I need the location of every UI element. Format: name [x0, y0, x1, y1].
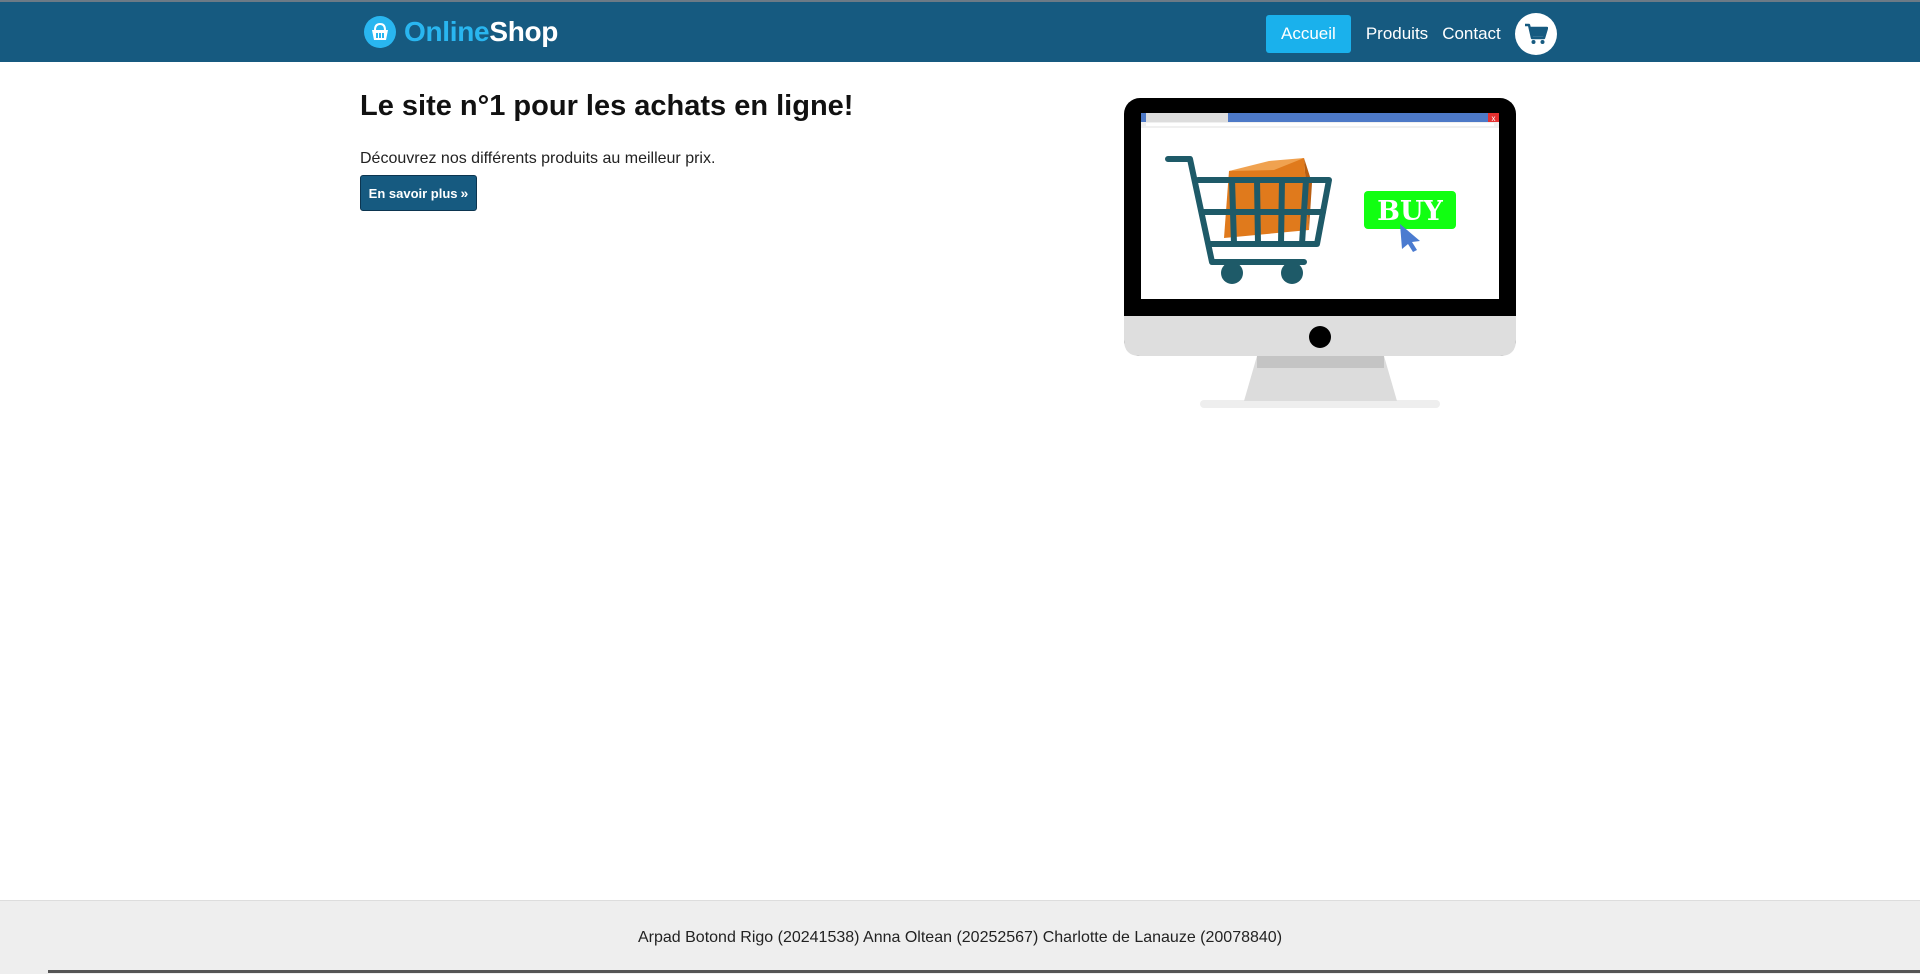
nav-contact[interactable]: Contact	[1435, 15, 1508, 53]
learn-more-label: En savoir plus	[368, 185, 458, 201]
brand-name-online: Online	[404, 16, 490, 47]
nav-accueil[interactable]: Accueil	[1266, 15, 1351, 53]
hero-title: Le site n°1 pour les achats en ligne!	[360, 90, 854, 122]
shopping-computer-illustration: x BUY	[1124, 98, 1516, 408]
footer: Arpad Botond Rigo (20241538) Anna Oltean…	[0, 900, 1920, 974]
footer-credits: Arpad Botond Rigo (20241538) Anna Oltean…	[637, 928, 1283, 946]
brand-name-shop: Shop	[489, 16, 559, 47]
browser-close-label: x	[1492, 114, 1496, 123]
brand-name: OnlineShop	[404, 16, 558, 48]
cart-button[interactable]	[1514, 13, 1557, 55]
hero-description: Découvrez nos différents produits au mei…	[360, 150, 716, 167]
brand-logo[interactable]: OnlineShop	[363, 14, 558, 50]
learn-more-button[interactable]: En savoir plus »	[360, 175, 477, 211]
nav-produits[interactable]: Produits	[1351, 15, 1435, 53]
main-nav: Accueil Produits Contact	[1266, 13, 1557, 55]
shopping-cart-icon	[1524, 23, 1548, 44]
navbar: OnlineShop Accueil Produits Contact	[0, 2, 1920, 62]
shopping-basket-icon	[364, 16, 396, 48]
double-chevron-right-icon: »	[460, 185, 469, 201]
buy-label: BUY	[1377, 196, 1443, 227]
